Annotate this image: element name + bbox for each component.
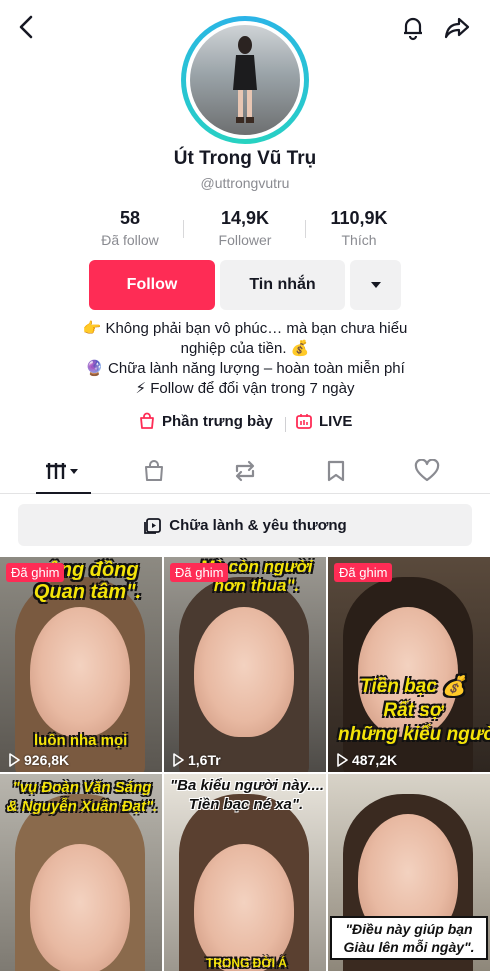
stat-following[interactable]: 58 Đã follow xyxy=(70,208,190,248)
profile-name: Út Trong Vũ Trụ xyxy=(173,148,317,169)
content-tabs xyxy=(0,448,490,494)
video-caption: "Điều này giúp bạn Giàu lên mỗi ngày". xyxy=(330,916,488,960)
tab-reposts[interactable] xyxy=(200,448,290,493)
bio: 👉 Không phải bạn vô phúc… mà bạn chưa hi… xyxy=(0,319,490,399)
bio-line: 🔮 Chữa lành năng lượng – hoàn toàn miễn … xyxy=(85,360,405,377)
view-count: 926,8K xyxy=(8,752,69,768)
live-label: LIVE xyxy=(319,412,353,430)
video-thumbnail[interactable]: Mà còn người hơn thua". Đã ghim 1,6Tr xyxy=(164,557,326,772)
stat-divider xyxy=(183,220,184,238)
stat-following-label: Đã follow xyxy=(101,232,159,248)
video-caption: "vụ Đoàn Văn Sáng & Nguyễn Xuân Đạt". xyxy=(6,779,158,815)
pinned-badge: Đã ghim xyxy=(334,563,393,582)
playlist-chip[interactable]: Chữa lành & yêu thương xyxy=(18,504,472,546)
view-count: 487,2K xyxy=(336,752,397,768)
showcase-label: Phần trưng bày xyxy=(162,412,273,430)
playlist-label: Chữa lành & yêu thương xyxy=(169,516,347,534)
follow-button[interactable]: Follow xyxy=(89,260,215,310)
pinned-badge: Đã ghim xyxy=(6,563,65,582)
bio-line: 👉 Không phải bạn vô phúc… mà bạn chưa hi… xyxy=(82,320,408,337)
heart-icon xyxy=(414,458,440,481)
shopping-bag-icon xyxy=(145,459,163,481)
more-button[interactable] xyxy=(350,260,401,310)
tab-favorites[interactable] xyxy=(291,448,381,493)
pinned-badge: Đã ghim xyxy=(170,563,229,582)
live-calendar-icon xyxy=(296,414,312,429)
video-thumbnail[interactable]: "Ba kiểu người này.... Tiền bạc né xa". … xyxy=(164,774,326,971)
shopping-bag-icon xyxy=(140,412,154,429)
video-grid: cộng đồng Quan tâm". Đã ghim luôn nha mọ… xyxy=(0,557,490,971)
stat-likes[interactable]: 110,9K Thích xyxy=(299,208,419,248)
play-icon xyxy=(9,753,20,767)
play-icon xyxy=(337,753,348,767)
live-link[interactable]: LIVE xyxy=(295,412,352,430)
bio-line: ⚡ Follow để đổi vận trong 7 ngày xyxy=(135,380,355,397)
stat-followers-label: Follower xyxy=(218,232,272,248)
tab-videos[interactable] xyxy=(18,448,108,494)
bell-icon[interactable] xyxy=(398,12,428,42)
view-count-value: 487,2K xyxy=(352,752,398,768)
video-subtitle: luôn nha mọi xyxy=(34,732,128,749)
showcase-link[interactable]: Phần trưng bày xyxy=(138,412,273,430)
stat-followers[interactable]: 14,9K Follower xyxy=(185,208,305,248)
bookmark-icon xyxy=(327,460,345,481)
link-divider xyxy=(285,417,286,432)
video-caption: "Ba kiểu người này.... Tiền bạc né xa". xyxy=(170,777,325,813)
share-icon[interactable] xyxy=(442,12,472,42)
play-icon xyxy=(173,753,184,767)
video-thumbnail[interactable]: "vụ Đoàn Văn Sáng & Nguyễn Xuân Đạt". xyxy=(0,774,162,971)
profile-handle: @uttrongvutru xyxy=(200,175,290,191)
video-subtitle: TRONG ĐỜI Á xyxy=(206,956,287,970)
action-buttons: Follow Tin nhắn xyxy=(0,260,490,310)
stat-likes-value: 110,9K xyxy=(330,208,388,228)
stats-row: 58 Đã follow 14,9K Follower 110,9K Thích xyxy=(0,208,490,252)
message-button[interactable]: Tin nhắn xyxy=(220,260,345,310)
repost-icon xyxy=(235,460,255,481)
view-count: 1,6Tr xyxy=(172,752,221,768)
video-caption: Tiền bạc 💰 Rất sợ những kiểu người xyxy=(338,676,490,745)
video-thumbnail[interactable]: cộng đồng Quan tâm". Đã ghim luôn nha mọ… xyxy=(0,557,162,772)
stat-following-value: 58 xyxy=(119,208,141,228)
stat-likes-label: Thích xyxy=(341,232,377,248)
grid-icon xyxy=(46,462,78,479)
back-chevron-left-icon[interactable] xyxy=(12,12,42,42)
view-count-value: 926,8K xyxy=(24,752,70,768)
video-thumbnail[interactable]: Đã ghim Tiền bạc 💰 Rất sợ những kiểu ngư… xyxy=(328,557,490,772)
tab-liked[interactable] xyxy=(382,448,472,493)
avatar[interactable] xyxy=(181,16,309,144)
stat-followers-value: 14,9K xyxy=(220,208,270,228)
video-thumbnail[interactable]: "Điều này giúp bạn Giàu lên mỗi ngày". xyxy=(328,774,490,971)
avatar-photo xyxy=(190,25,300,135)
view-count-value: 1,6Tr xyxy=(188,752,221,768)
tab-shop[interactable] xyxy=(109,448,199,493)
profile-links: Phần trưng bày LIVE xyxy=(0,412,490,436)
bio-line: nghiệp của tiền. 💰 xyxy=(180,340,310,357)
avatar-figure xyxy=(233,36,257,123)
caret-down-icon xyxy=(370,282,381,288)
playlist-icon xyxy=(144,518,162,534)
